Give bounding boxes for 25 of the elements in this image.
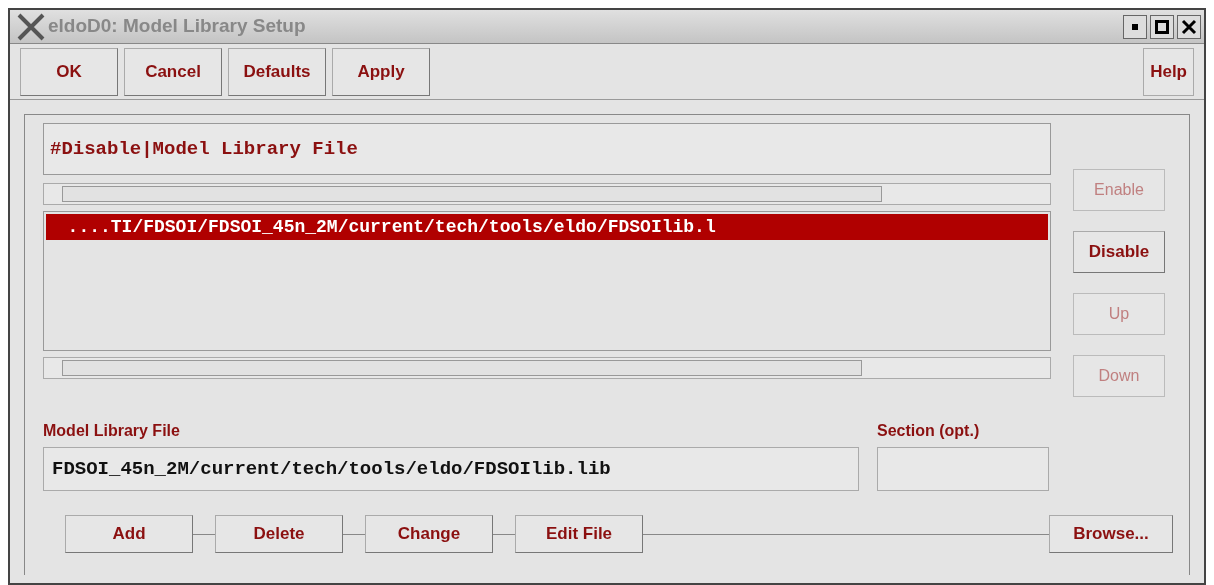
horizontal-scrollbar[interactable] [43, 183, 1051, 205]
minimize-button[interactable] [1123, 14, 1147, 39]
action-button[interactable]: Delete [215, 515, 343, 553]
action-button[interactable]: Add [65, 515, 193, 553]
list-row[interactable]: ....TI/FDSOI/FDSOI_45n_2M/current/tech/tools/eldo/FDSOIlib.l [46, 214, 1048, 240]
field-label: Model Library File [43, 421, 181, 441]
browse-button[interactable]: Browse... [1049, 515, 1173, 553]
toolbar-button[interactable]: OK [20, 47, 118, 96]
list-header: #Disable|Model Library File [50, 136, 358, 162]
help-button[interactable]: Help [1143, 47, 1194, 96]
toolbar-button[interactable]: Defaults [228, 47, 326, 96]
section-field[interactable] [877, 447, 1049, 491]
toolbar-button[interactable]: Cancel [124, 47, 222, 96]
side-button[interactable]: Disable [1073, 231, 1165, 273]
model-file-field[interactable]: FDSOI_45n_2M/current/tech/tools/eldo/FDSOIlib.lib [43, 447, 859, 491]
action-button[interactable]: Edit File [515, 515, 643, 553]
x-logo-icon [16, 12, 46, 41]
field-label: Section (opt.) [877, 421, 981, 441]
action-button[interactable]: Change [365, 515, 493, 553]
maximize-button[interactable] [1150, 14, 1174, 39]
close-button[interactable] [1177, 14, 1201, 39]
close-icon [1181, 18, 1197, 35]
toolbar-button[interactable]: Apply [332, 47, 430, 96]
horizontal-scrollbar[interactable] [43, 357, 1051, 379]
window-title: eldoD0: Model Library Setup [48, 14, 306, 39]
